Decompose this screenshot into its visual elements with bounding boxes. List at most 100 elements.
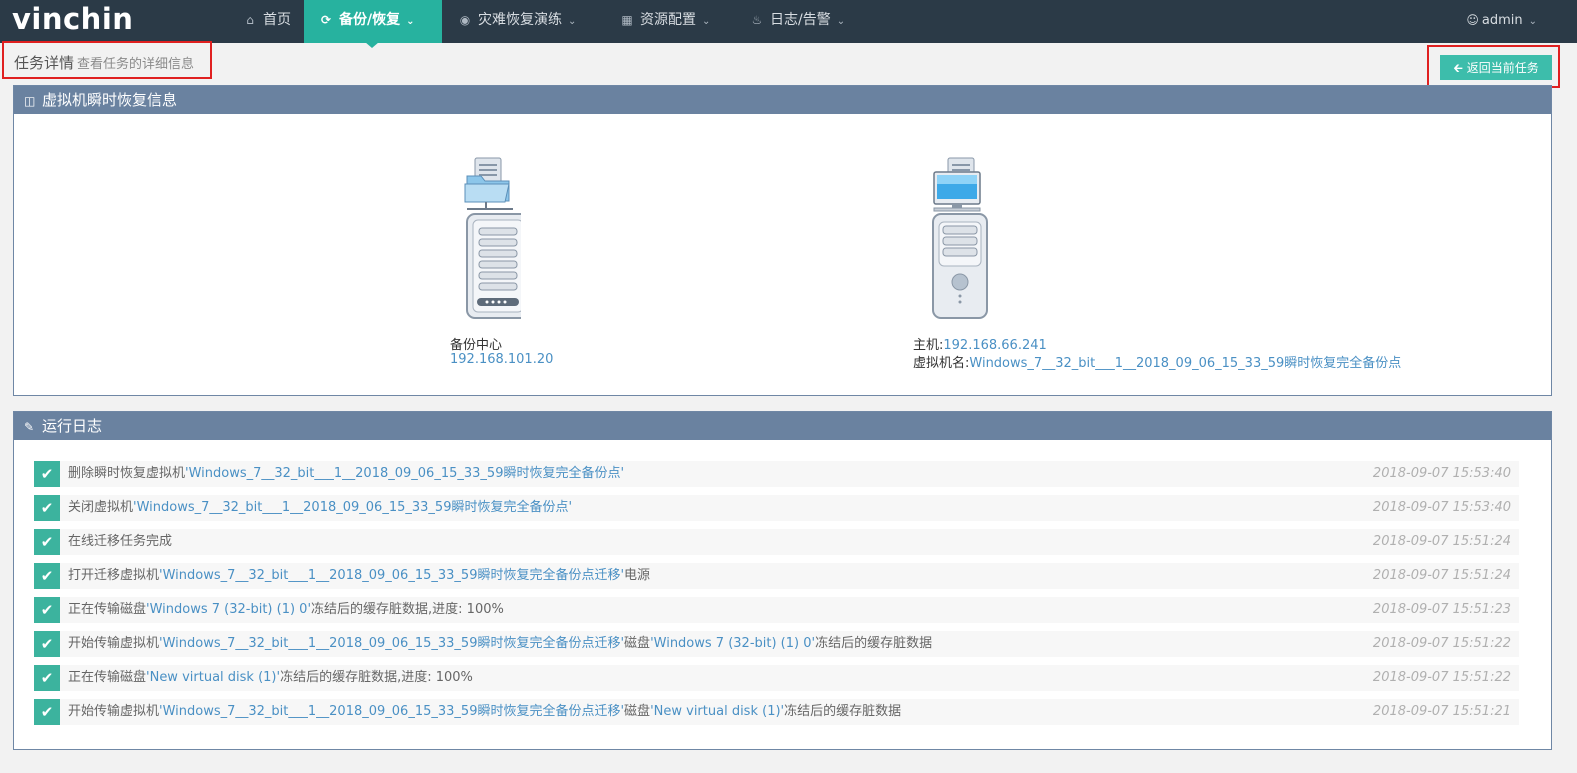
log-object: 'Windows 7 (32-bit) (1) 0': [146, 602, 312, 617]
check-icon: ✔: [34, 529, 60, 555]
log-text: 开始传输虚拟机'Windows_7__32_bit___1__2018_09_0…: [68, 631, 932, 657]
nav-item-home[interactable]: ⌂ 首页: [242, 0, 304, 43]
chevron-down-icon: ⌄: [702, 16, 711, 27]
log-time: 2018-09-07 15:51:23: [1372, 602, 1511, 617]
log-suffix: 冻结后的缓存脏数据,进度: 100%: [280, 670, 473, 685]
log-time: 2018-09-07 15:51:24: [1372, 534, 1511, 549]
nav-item-label: 资源配置: [640, 12, 696, 28]
log-mid: 磁盘: [624, 636, 651, 651]
run-log-panel: ✎ 运行日志 ✔ 删除瞬时恢复虚拟机'Windows_7__32_bit___1_…: [13, 411, 1552, 750]
backup-center-label: 备份中心: [450, 338, 503, 353]
chevron-down-icon: ⌄: [836, 16, 846, 27]
nav-item-dr-drill[interactable]: ◉ 灾难恢复演练 ⌄: [457, 0, 577, 43]
user-name: admin: [1481, 13, 1523, 28]
host-label: 主机:: [913, 338, 944, 353]
user-menu[interactable]: ☺ admin ⌄: [1466, 0, 1537, 42]
nav-item-label: 备份/恢复: [339, 12, 401, 28]
nav-item-backup-restore[interactable]: ⟳ 备份/恢复 ⌄: [304, 0, 442, 43]
top-nav: vinchin ⌂ 首页 ⟳ 备份/恢复 ⌄ ◉ 灾难恢复演练 ⌄ ▦ 资源配置 ⌄ ♨ 日志/…: [0, 0, 1577, 43]
log-suffix: 电源: [624, 568, 651, 583]
log-entry: ✔ 开始传输虚拟机'Windows_7__32_bit___1__2018_09…: [34, 631, 1519, 657]
bell-icon: ♨: [751, 13, 763, 27]
log-text: 删除瞬时恢复虚拟机'Windows_7__32_bit___1__2018_09…: [68, 461, 624, 487]
panel-header: ✎ 运行日志: [14, 412, 1551, 440]
log-prefix: 关闭虚拟机: [68, 500, 134, 515]
log-suffix: 冻结后的缓存脏数据: [784, 704, 902, 719]
logo[interactable]: vinchin: [12, 2, 133, 36]
log-text: 在线迁移任务完成: [68, 529, 172, 555]
log-text: 开始传输虚拟机'Windows_7__32_bit___1__2018_09_0…: [68, 699, 901, 725]
host-ip: 192.168.66.241: [943, 338, 1047, 353]
log-entry: ✔ 正在传输磁盘'Windows 7 (32-bit) (1) 0'冻结后的缓存…: [34, 597, 1519, 623]
restore-info-panel: ◫ 虚拟机瞬时恢复信息 备份中心 192.168.101.20 主机:192.1…: [13, 85, 1552, 396]
log-suffix: 冻结后的缓存脏数据,进度: 100%: [311, 602, 504, 617]
vm-info: 虚拟机名:Windows_7__32_bit___1__2018_09_06_1…: [913, 352, 1401, 371]
arrow-left-icon: 🡰: [1453, 61, 1467, 75]
log-entry: ✔ 关闭虚拟机'Windows_7__32_bit___1__2018_09_0…: [34, 495, 1519, 521]
log-prefix: 正在传输磁盘: [68, 602, 147, 617]
log-time: 2018-09-07 15:51:24: [1372, 568, 1511, 583]
user-icon: ☺: [1466, 13, 1479, 27]
monitor-icon: ◫: [24, 94, 36, 108]
chevron-down-icon: ⌄: [568, 16, 577, 27]
back-to-current-task-button[interactable]: 🡰 返回当前任务: [1440, 55, 1552, 80]
host-pc-icon: [932, 157, 988, 319]
log-prefix: 正在传输磁盘: [68, 670, 147, 685]
log-object: 'Windows_7__32_bit___1__2018_09_06_15_33…: [185, 466, 625, 481]
nav-item-label: 日志/告警: [770, 12, 831, 28]
nav-item-resources[interactable]: ▦ 资源配置 ⌄: [619, 0, 710, 43]
log-text: 正在传输磁盘'Windows 7 (32-bit) (1) 0'冻结后的缓存脏数…: [68, 597, 504, 623]
log-text: 打开迁移虚拟机'Windows_7__32_bit___1__2018_09_0…: [68, 563, 650, 589]
log-time: 2018-09-07 15:51:21: [1372, 704, 1511, 719]
log-text: 正在传输磁盘'New virtual disk (1)'冻结后的缓存脏数据,进度…: [68, 665, 473, 691]
nav-item-label: 灾难恢复演练: [478, 12, 562, 28]
log-prefix: 开始传输虚拟机: [68, 636, 160, 651]
log-object-2: 'New virtual disk (1)': [650, 704, 785, 719]
nav-item-logs-alerts[interactable]: ♨ 日志/告警 ⌄: [749, 0, 846, 43]
panel-title: 虚拟机瞬时恢复信息: [42, 91, 178, 109]
host-info: 主机:192.168.66.241: [913, 334, 1047, 353]
panel-title: 运行日志: [42, 417, 103, 435]
check-icon: ✔: [34, 597, 60, 623]
log-object: 'New virtual disk (1)': [146, 670, 281, 685]
log-entry: ✔ 正在传输磁盘'New virtual disk (1)'冻结后的缓存脏数据,…: [34, 665, 1519, 691]
target-icon: ◉: [459, 13, 471, 27]
check-icon: ✔: [34, 563, 60, 589]
log-prefix: 在线迁移任务完成: [68, 534, 173, 549]
log-object: 'Windows_7__32_bit___1__2018_09_06_15_33…: [133, 500, 573, 515]
active-nav-pointer: [365, 42, 379, 48]
log-time: 2018-09-07 15:51:22: [1372, 636, 1511, 651]
log-entry: ✔ 删除瞬时恢复虚拟机'Windows_7__32_bit___1__2018_…: [34, 461, 1519, 487]
panel-header: ◫ 虚拟机瞬时恢复信息: [14, 86, 1551, 114]
log-text: 关闭虚拟机'Windows_7__32_bit___1__2018_09_06_…: [68, 495, 572, 521]
page-title: 任务详情 查看任务的详细信息: [14, 52, 194, 73]
page-title-text: 任务详情: [14, 54, 75, 72]
check-icon: ✔: [34, 495, 60, 521]
log-object: 'Windows_7__32_bit___1__2018_09_06_15_33…: [159, 636, 625, 651]
log-prefix: 删除瞬时恢复虚拟机: [68, 466, 186, 481]
check-icon: ✔: [34, 461, 60, 487]
log-time: 2018-09-07 15:51:22: [1372, 670, 1511, 685]
grid-icon: ▦: [621, 13, 633, 27]
log-mid: 磁盘: [624, 704, 651, 719]
log-object: 'Windows_7__32_bit___1__2018_09_06_15_33…: [159, 568, 625, 583]
log-suffix: 冻结后的缓存脏数据: [815, 636, 933, 651]
log-prefix: 开始传输虚拟机: [68, 704, 160, 719]
log-entry: ✔ 打开迁移虚拟机'Windows_7__32_bit___1__2018_09…: [34, 563, 1519, 589]
check-icon: ✔: [34, 631, 60, 657]
log-object-2: 'Windows 7 (32-bit) (1) 0': [650, 636, 816, 651]
check-icon: ✔: [34, 699, 60, 725]
log-time: 2018-09-07 15:53:40: [1372, 500, 1511, 515]
home-icon: ⌂: [246, 13, 254, 27]
check-icon: ✔: [34, 665, 60, 691]
backup-server-icon: [464, 157, 521, 319]
edit-icon: ✎: [24, 420, 35, 434]
backup-center-ip: 192.168.101.20: [450, 352, 554, 367]
log-entry: ✔ 在线迁移任务完成 2018-09-07 15:51:24: [34, 529, 1519, 555]
vm-name: Windows_7__32_bit___1__2018_09_06_15_33_…: [969, 356, 1402, 371]
nav-item-label: 首页: [263, 12, 291, 28]
log-time: 2018-09-07 15:53:40: [1372, 466, 1511, 481]
chevron-down-icon: ⌄: [1528, 16, 1537, 27]
page-subtitle: 查看任务的详细信息: [77, 57, 195, 72]
refresh-icon: ⟳: [320, 13, 332, 27]
